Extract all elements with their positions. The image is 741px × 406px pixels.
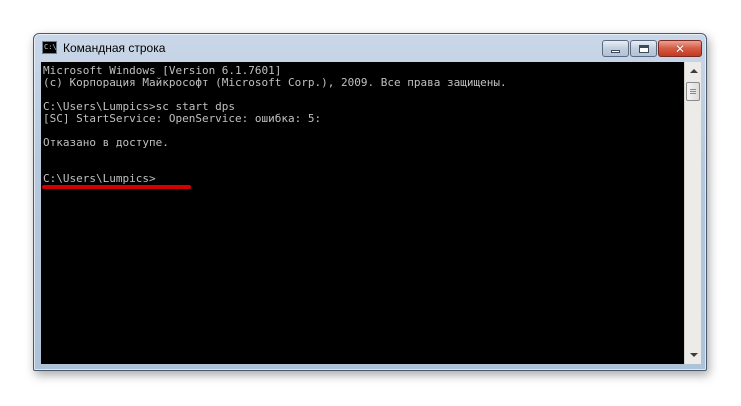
title-bar[interactable]: C:\ Командная строка ✕ bbox=[34, 34, 706, 62]
maximize-icon bbox=[638, 44, 649, 53]
grip-line bbox=[690, 93, 696, 94]
scroll-down-button[interactable] bbox=[686, 347, 701, 363]
console-line-prompt: C:\Users\Lumpics> bbox=[43, 172, 156, 185]
arrow-down-icon bbox=[689, 353, 698, 357]
maximize-button[interactable] bbox=[630, 40, 657, 57]
window-title: Командная строка bbox=[63, 41, 166, 55]
grip-line bbox=[690, 89, 696, 90]
scroll-up-button[interactable] bbox=[686, 63, 701, 79]
grip-line bbox=[690, 91, 696, 92]
console-line-copyright: (c) Корпорация Майкрософт (Microsoft Cor… bbox=[43, 76, 507, 89]
close-button[interactable]: ✕ bbox=[658, 40, 702, 57]
console-line-error: [SC] StartService: OpenService: ошибка: … bbox=[43, 112, 322, 125]
minimize-button[interactable] bbox=[602, 40, 629, 57]
scrollbar-thumb[interactable] bbox=[686, 82, 700, 101]
console-icon[interactable]: C:\ bbox=[42, 41, 57, 54]
arrow-up-icon bbox=[689, 69, 698, 73]
close-icon: ✕ bbox=[674, 41, 686, 56]
vertical-scrollbar[interactable] bbox=[684, 62, 701, 364]
minimize-icon bbox=[611, 50, 620, 53]
red-highlight-underline bbox=[42, 185, 191, 189]
console-output[interactable]: Microsoft Windows [Version 6.1.7601] (c)… bbox=[41, 62, 684, 364]
command-prompt-window: C:\ Командная строка ✕ Microsoft Windows… bbox=[33, 33, 707, 371]
console-line-access-denied: Отказано в доступе. bbox=[43, 136, 169, 149]
